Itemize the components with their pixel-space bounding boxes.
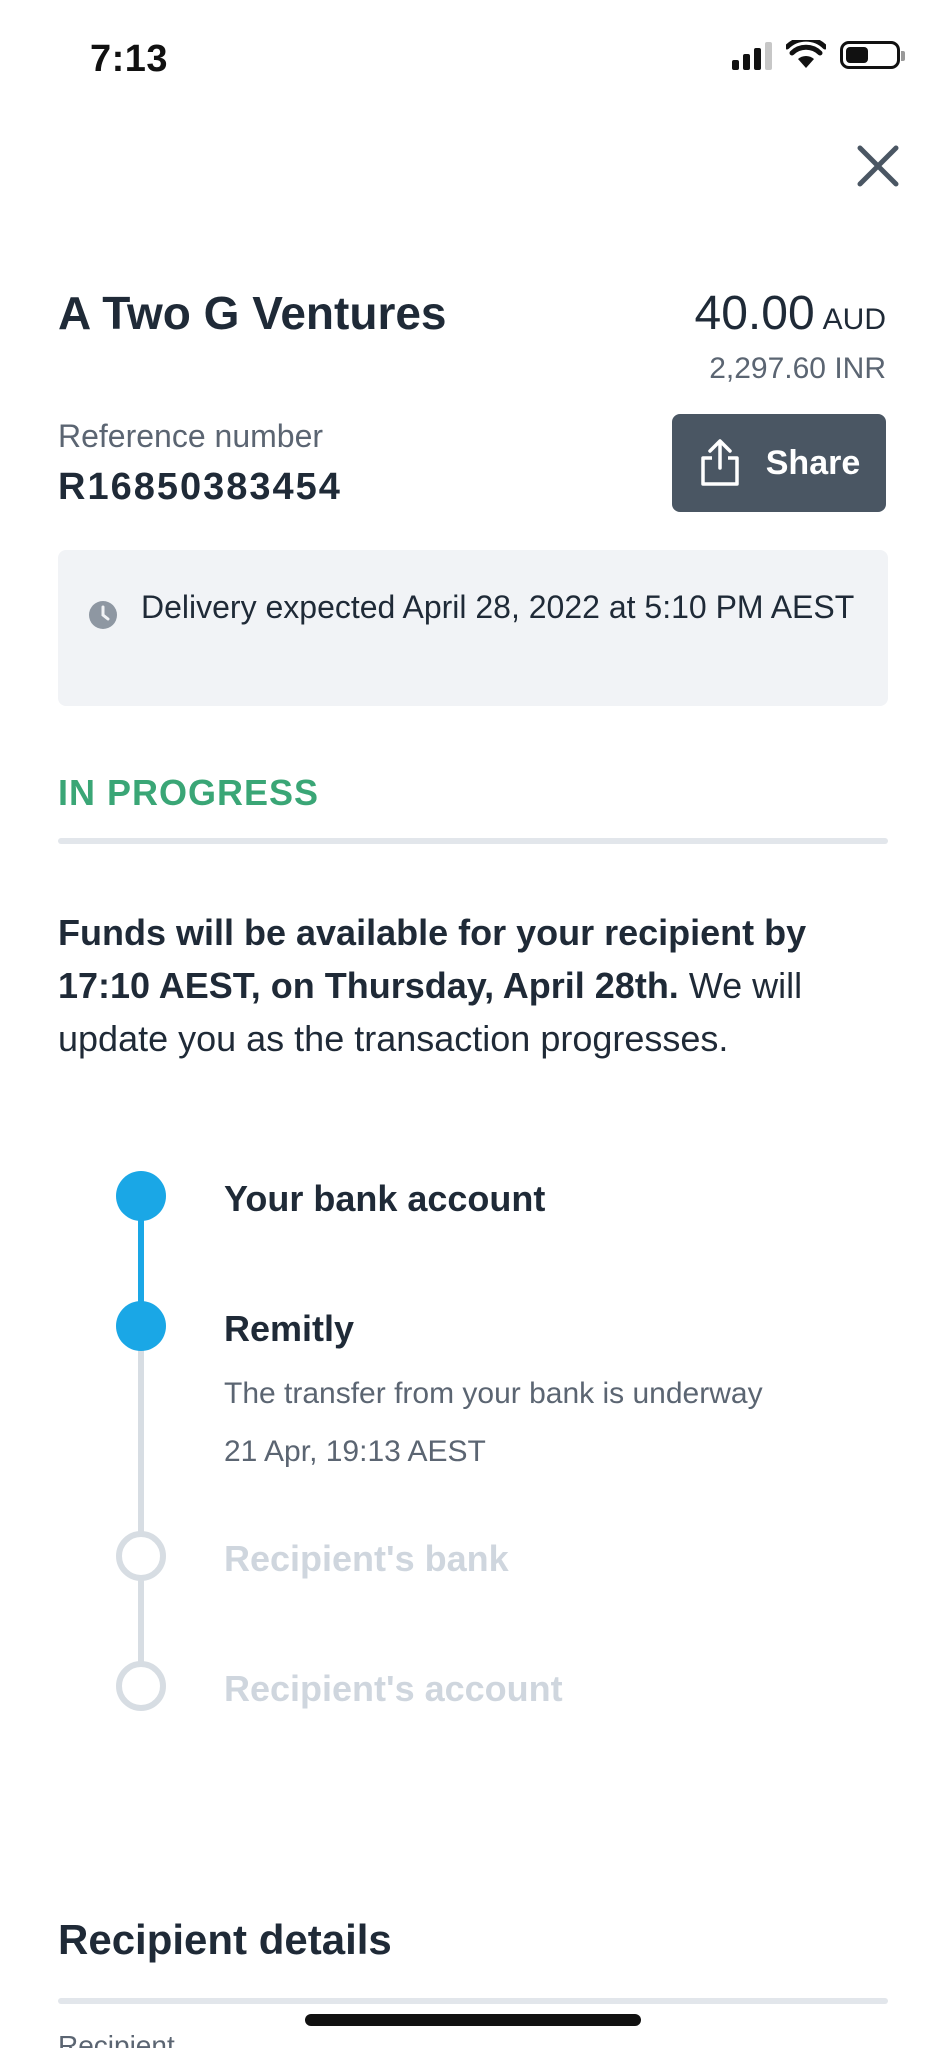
amount-value: 40.00 — [694, 287, 815, 340]
delivery-text: Delivery expected April 28, 2022 at 5:10… — [141, 589, 855, 625]
timeline-step-title: Recipient's account — [224, 1668, 563, 1709]
share-button[interactable]: Share — [672, 414, 886, 512]
reference-number: R16850383454 — [58, 466, 342, 508]
funds-message: Funds will be available for your recipie… — [58, 906, 888, 1065]
timeline-dot-complete — [116, 1301, 166, 1351]
section-divider — [58, 1998, 888, 2004]
battery-icon — [840, 41, 905, 69]
status-label: IN PROGRESS — [58, 772, 320, 813]
amount-currency: AUD — [822, 303, 886, 336]
timeline-dot-pending — [116, 1661, 166, 1711]
close-button[interactable] — [850, 138, 906, 194]
cellular-signal-icon — [732, 40, 772, 70]
wifi-icon — [786, 40, 826, 68]
progress-timeline: Your bank account Remitly The transfer f… — [0, 1150, 946, 1750]
recipient-details-heading: Recipient details — [58, 1916, 392, 1963]
timeline-step-title: Your bank account — [224, 1178, 546, 1219]
converted-amount: 2,297.60 INR — [709, 352, 886, 385]
timeline-line-pending — [138, 1326, 144, 1666]
recipient-label: Recipient — [58, 2030, 175, 2048]
share-label: Share — [765, 443, 861, 482]
status-icons — [732, 40, 905, 70]
status-time: 7:13 — [90, 38, 169, 80]
timeline-step-time: 21 Apr, 19:13 AEST — [224, 1435, 486, 1468]
close-icon — [857, 145, 899, 187]
timeline-dot-complete — [116, 1171, 166, 1221]
timeline-step-title: Recipient's bank — [224, 1538, 509, 1579]
reference-label: Reference number — [58, 418, 324, 454]
clock-icon — [89, 601, 117, 629]
timeline-step-title: Remitly — [224, 1308, 355, 1349]
home-indicator[interactable] — [305, 2014, 641, 2026]
delivery-notice: Delivery expected April 28, 2022 at 5:10… — [58, 550, 888, 706]
payee-name: A Two G Ventures — [58, 287, 447, 339]
status-divider — [58, 838, 888, 844]
timeline-step-detail: The transfer from your bank is underway — [224, 1377, 763, 1410]
amount: 40.00 AUD — [695, 286, 886, 341]
timeline-dot-pending — [116, 1531, 166, 1581]
share-icon — [701, 439, 739, 486]
status-bar: 7:13 — [0, 0, 946, 120]
